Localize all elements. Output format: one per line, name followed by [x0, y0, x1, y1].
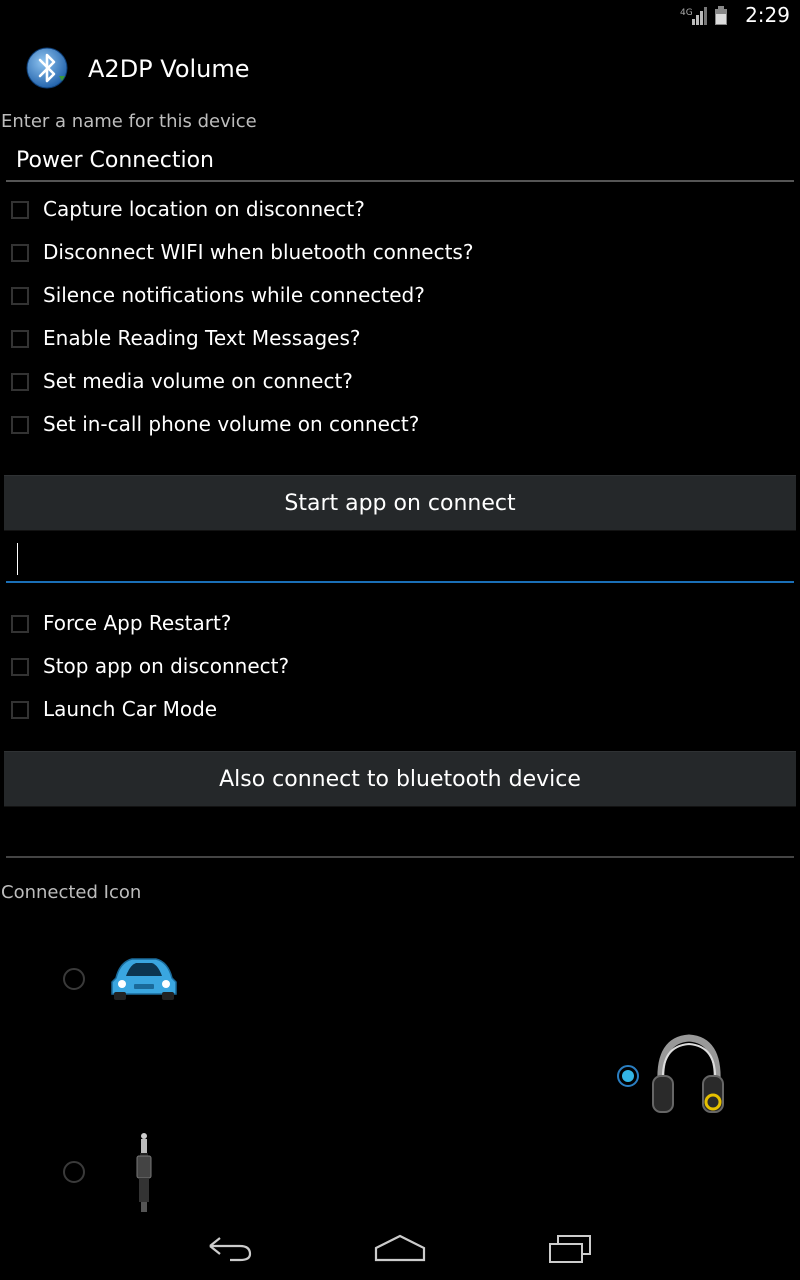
checkbox-label: Silence notifications while connected?: [43, 283, 425, 307]
read-text-messages-checkbox[interactable]: Enable Reading Text Messages?: [0, 318, 800, 361]
home-icon[interactable]: [370, 1232, 430, 1266]
radio-button[interactable]: [63, 968, 85, 990]
checkbox-box[interactable]: [11, 201, 29, 219]
network-type-label: 4G: [680, 8, 693, 18]
radio-button[interactable]: [63, 1161, 85, 1183]
headphones-icon: [651, 1032, 727, 1124]
checkbox-label: Set media volume on connect?: [43, 369, 353, 393]
battery-icon: [715, 6, 727, 25]
checkbox-label: Disconnect WIFI when bluetooth connects?: [43, 240, 474, 264]
checkbox-box[interactable]: [11, 416, 29, 434]
signal-icon: [692, 7, 707, 25]
device-name-input[interactable]: Power Connection: [0, 136, 800, 182]
checkbox-label: Capture location on disconnect?: [43, 197, 365, 221]
status-icons: 4G: [680, 6, 732, 30]
start-app-button[interactable]: Start app on connect: [4, 475, 796, 531]
checkbox-label: Enable Reading Text Messages?: [43, 326, 361, 350]
device-name-hint: Enter a name for this device: [1, 111, 257, 132]
checkbox-box[interactable]: [11, 244, 29, 262]
checkbox-box[interactable]: [11, 615, 29, 633]
text-caret: [17, 543, 18, 575]
car-icon-option[interactable]: [53, 934, 193, 1028]
launch-car-mode-checkbox[interactable]: Launch Car Mode: [0, 689, 800, 732]
headphones-icon-option[interactable]: [606, 1028, 748, 1126]
status-time: 2:29: [745, 3, 790, 27]
car-icon: [108, 948, 180, 1010]
checkbox-box[interactable]: [11, 373, 29, 391]
checkbox-label: Stop app on disconnect?: [43, 654, 290, 678]
bluetooth-icon: [15, 40, 82, 102]
checkbox-box[interactable]: [11, 701, 29, 719]
audio-jack-icon-option[interactable]: [53, 1125, 193, 1218]
capture-location-checkbox[interactable]: Capture location on disconnect?: [0, 189, 800, 232]
radio-button[interactable]: [617, 1065, 639, 1087]
input-underline: [6, 581, 794, 583]
force-app-restart-checkbox[interactable]: Force App Restart?: [0, 603, 800, 646]
checkbox-label: Launch Car Mode: [43, 697, 218, 721]
audio-jack-icon: [131, 1133, 157, 1217]
input-underline: [6, 856, 794, 858]
checkbox-label: Force App Restart?: [43, 611, 232, 635]
checkbox-box[interactable]: [11, 330, 29, 348]
navigation-bar: [0, 1218, 800, 1280]
input-underline: [6, 180, 794, 182]
start-app-input[interactable]: [0, 535, 800, 583]
media-volume-checkbox[interactable]: Set media volume on connect?: [0, 361, 800, 404]
checkbox-box[interactable]: [11, 658, 29, 676]
connected-icon-radio-group: [0, 934, 800, 1218]
bluetooth-device-input[interactable]: [0, 810, 800, 858]
disconnect-wifi-checkbox[interactable]: Disconnect WIFI when bluetooth connects?: [0, 232, 800, 275]
also-connect-bluetooth-button[interactable]: Also connect to bluetooth device: [4, 751, 796, 807]
page-title: A2DP Volume: [88, 55, 250, 83]
status-bar: 4G 2:29: [0, 0, 800, 32]
connected-icon-label: Connected Icon: [1, 882, 142, 903]
back-icon[interactable]: [200, 1232, 260, 1266]
checkbox-box[interactable]: [11, 287, 29, 305]
device-name-value: Power Connection: [16, 148, 214, 173]
recent-apps-icon[interactable]: [540, 1232, 600, 1266]
checkbox-label: Set in-call phone volume on connect?: [43, 412, 420, 436]
in-call-volume-checkbox[interactable]: Set in-call phone volume on connect?: [0, 404, 800, 447]
stop-app-checkbox[interactable]: Stop app on disconnect?: [0, 646, 800, 689]
silence-notifications-checkbox[interactable]: Silence notifications while connected?: [0, 275, 800, 318]
